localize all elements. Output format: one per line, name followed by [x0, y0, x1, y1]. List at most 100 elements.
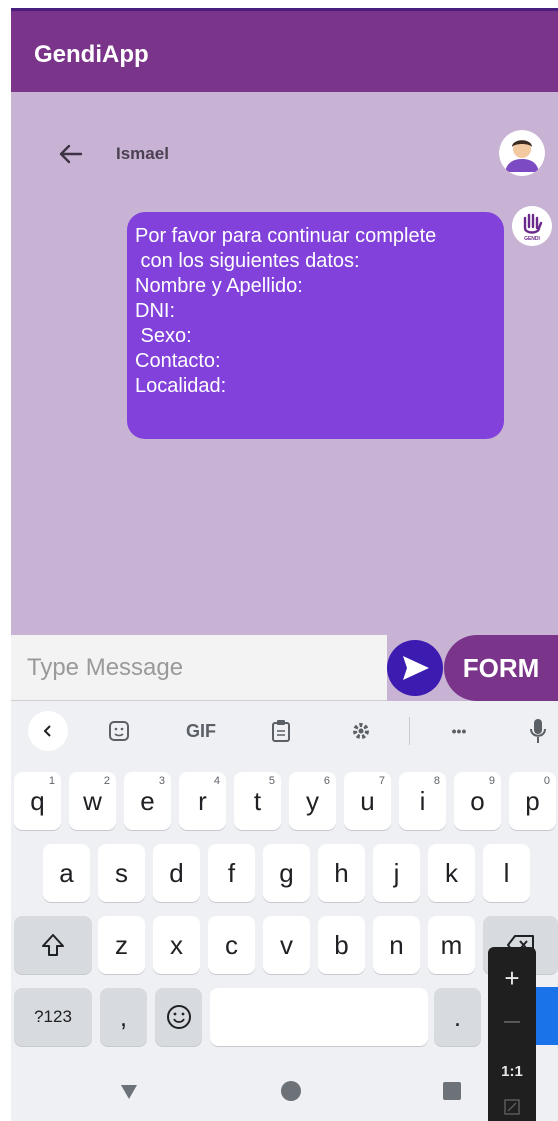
fit-screen-icon[interactable] [504, 1099, 520, 1115]
key-o[interactable]: o9 [454, 772, 501, 830]
clipboard-button[interactable] [263, 713, 299, 749]
key-a[interactable]: a [43, 844, 90, 902]
key-u[interactable]: u7 [344, 772, 391, 830]
key-e[interactable]: e3 [124, 772, 171, 830]
chevron-left-icon [43, 725, 51, 737]
key-hint: 2 [103, 775, 110, 787]
chat-area: Ismael Por favor para continuar complete… [11, 92, 558, 637]
key-q[interactable]: q1 [14, 772, 61, 830]
key-b[interactable]: b [318, 916, 365, 974]
key-k[interactable]: k [428, 844, 475, 902]
app-title: GendiApp [34, 41, 149, 68]
clipboard-icon [272, 720, 290, 742]
gif-button[interactable]: GIF [179, 713, 223, 749]
key-i[interactable]: i8 [399, 772, 446, 830]
key-label: p [525, 785, 540, 816]
key-label: e [140, 785, 155, 816]
navigation-bar [11, 1061, 558, 1121]
key-m[interactable]: m [428, 916, 475, 974]
collapse-toolbar-button[interactable] [28, 711, 68, 751]
key-p[interactable]: p0 [509, 772, 556, 830]
enter-key-edge[interactable] [536, 987, 558, 1045]
comma-key[interactable]: , [100, 988, 147, 1046]
app-bar: GendiApp [11, 8, 558, 92]
key-g[interactable]: g [263, 844, 310, 902]
key-hint: 1 [48, 775, 55, 787]
period-key[interactable]: . [434, 988, 481, 1046]
key-w[interactable]: w2 [69, 772, 116, 830]
key-v[interactable]: v [263, 916, 310, 974]
message-line: Por favor para continuar complete [135, 225, 437, 247]
zoom-controls: + — 1:1 [488, 947, 536, 1121]
nav-recents-icon[interactable] [438, 1077, 466, 1105]
key-y[interactable]: y6 [289, 772, 336, 830]
key-label: i [419, 785, 426, 816]
settings-button[interactable] [343, 713, 379, 749]
key-hint: 0 [543, 775, 550, 787]
message-line: con los siguientes datos: [135, 250, 360, 272]
form-button[interactable]: FORM [444, 635, 558, 701]
message-input[interactable] [11, 635, 387, 701]
gendi-logo-icon: GENDI [512, 206, 552, 246]
key-label: r [198, 785, 207, 816]
contact-name: Ismael [116, 144, 169, 163]
logo-text: GENDI [524, 236, 540, 242]
key-label: o [470, 785, 485, 816]
key-z[interactable]: z [98, 916, 145, 974]
message-bubble: Por favor para continuar complete con lo… [127, 212, 504, 439]
nav-back-icon[interactable] [115, 1077, 143, 1105]
key-x[interactable]: x [153, 916, 200, 974]
keyboard-toolbar: GIF ••• [11, 701, 558, 761]
key-label: q [30, 785, 45, 816]
key-n[interactable]: n [373, 916, 420, 974]
emoji-icon [166, 1005, 191, 1029]
user-avatar-icon[interactable] [499, 130, 545, 176]
key-d[interactable]: d [153, 844, 200, 902]
shift-key[interactable] [14, 916, 92, 974]
gear-icon [353, 723, 369, 739]
key-r[interactable]: r4 [179, 772, 226, 830]
send-icon [403, 656, 429, 680]
more-button[interactable]: ••• [441, 713, 477, 749]
key-hint: 8 [433, 775, 440, 787]
key-f[interactable]: f [208, 844, 255, 902]
key-c[interactable]: c [208, 916, 255, 974]
key-label: t [253, 785, 262, 816]
zoom-out-button[interactable]: — [488, 1013, 536, 1031]
microphone-icon [530, 719, 546, 743]
composer: FORM [11, 635, 558, 701]
key-h[interactable]: h [318, 844, 365, 902]
key-hint: 3 [158, 775, 165, 787]
emoji-key[interactable] [155, 988, 202, 1046]
key-hint: 7 [378, 775, 385, 787]
key-s[interactable]: s [98, 844, 145, 902]
key-t[interactable]: t5 [234, 772, 281, 830]
symbols-key[interactable]: ?123 [14, 988, 92, 1046]
screen: GendiApp Ismael Por favor para continuar… [11, 0, 558, 1121]
key-hint: 9 [488, 775, 495, 787]
send-button[interactable] [387, 640, 443, 696]
sticker-icon [109, 721, 129, 741]
back-arrow-icon[interactable] [57, 140, 85, 168]
key-label: u [360, 785, 375, 816]
sticker-button[interactable] [101, 713, 137, 749]
zoom-in-button[interactable]: + [488, 963, 536, 994]
message-line: Localidad: [135, 375, 227, 397]
key-hint: 4 [213, 775, 220, 787]
key-label: y [306, 785, 319, 816]
key-hint: 6 [323, 775, 330, 787]
space-key[interactable] [210, 988, 428, 1046]
voice-button[interactable] [520, 713, 556, 749]
zoom-reset-button[interactable]: 1:1 [488, 1063, 536, 1080]
key-label: w [83, 785, 102, 816]
key-l[interactable]: l [483, 844, 530, 902]
nav-home-icon[interactable] [277, 1077, 305, 1105]
message-line: DNI: [135, 300, 175, 322]
keyboard: GIF ••• q1 w2 e3 r4 t5 y6 u7 i8 o9 p0 a … [11, 701, 558, 1121]
message-line: Contacto: [135, 350, 221, 372]
toolbar-divider [409, 717, 410, 745]
shift-icon [42, 934, 64, 956]
message-line: Sexo: [135, 325, 192, 347]
message-line: Nombre y Apellido: [135, 275, 303, 297]
key-j[interactable]: j [373, 844, 420, 902]
